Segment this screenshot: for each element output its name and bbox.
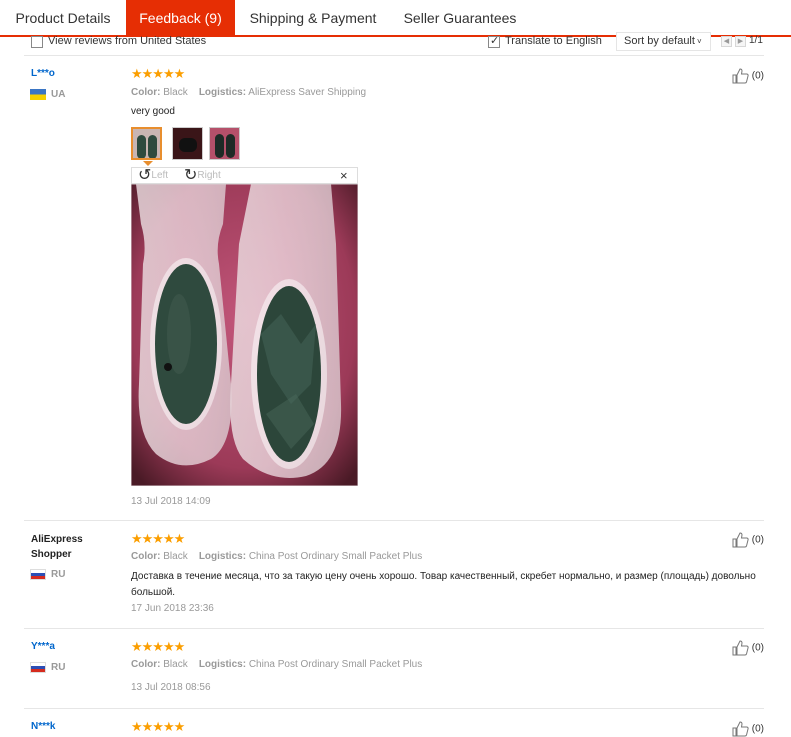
helpful-count: (0) xyxy=(751,534,765,546)
review-date: 17 Jun 2018 23:36 xyxy=(131,603,214,614)
page-indicator: 1/1 xyxy=(749,35,763,46)
helpful-count: (0) xyxy=(751,70,765,82)
divider xyxy=(24,520,764,521)
photo-viewer-toolbar: ↺Left ↻Right × xyxy=(131,167,358,184)
tab-shipping-payment[interactable]: Shipping & Payment xyxy=(235,0,391,35)
rotate-right-icon: ↻ xyxy=(184,167,198,184)
prev-page-button[interactable]: ◀ xyxy=(721,36,732,47)
close-icon[interactable]: × xyxy=(340,168,348,184)
color-value: Black xyxy=(163,551,188,562)
review-photo-image xyxy=(131,184,358,486)
sort-value: Sort by default xyxy=(624,35,695,47)
tab-seller-guarantees[interactable]: Seller Guarantees xyxy=(391,0,529,35)
rotate-left-button[interactable]: ↺Left xyxy=(138,168,168,184)
reviewer-name[interactable]: N***k xyxy=(31,721,55,732)
review-text: very good xyxy=(131,106,175,117)
color-label: Color: xyxy=(131,551,161,562)
russia-flag-icon xyxy=(30,662,46,673)
ukraine-flag-icon xyxy=(30,89,46,100)
reviewer-name: AliExpress Shopper xyxy=(31,534,83,560)
color-value: Black xyxy=(163,87,188,98)
view-us-label: View reviews from United States xyxy=(48,35,207,47)
color-label: Color: xyxy=(131,87,161,98)
divider xyxy=(24,55,764,56)
review-attributes: Color: Black Logistics: China Post Ordin… xyxy=(131,551,422,562)
divider xyxy=(24,708,764,709)
logistics-value: China Post Ordinary Small Packet Plus xyxy=(248,551,423,562)
review-photo-large xyxy=(131,184,358,486)
rotate-right-button[interactable]: ↻Right xyxy=(184,168,221,184)
logistics-value: AliExpress Saver Shipping xyxy=(248,87,367,98)
review-attributes: Color: Black Logistics: AliExpress Saver… xyxy=(131,87,366,98)
logistics-value: China Post Ordinary Small Packet Plus xyxy=(248,659,423,670)
star-rating: ★★★★★ xyxy=(131,719,185,734)
translate-checkbox[interactable] xyxy=(488,34,500,48)
thumbs-up-icon xyxy=(732,68,749,84)
helpful-count: (0) xyxy=(751,723,765,735)
thumbs-up-icon xyxy=(732,721,749,737)
reviewer-country: RU xyxy=(51,662,66,673)
chevron-down-icon: ˅ xyxy=(696,37,702,46)
next-page-button[interactable]: ▶ xyxy=(735,36,746,47)
russia-flag-icon xyxy=(30,569,46,580)
thumbs-up-icon xyxy=(732,532,749,548)
review-date: 13 Jul 2018 08:56 xyxy=(131,682,211,693)
tab-product-details[interactable]: Product Details xyxy=(0,0,126,35)
review-text: Доставка в течение месяца, что за такую … xyxy=(131,571,756,598)
rotate-left-label: Left xyxy=(151,170,169,181)
reviewer-name[interactable]: Y***a xyxy=(31,641,55,652)
star-rating: ★★★★★ xyxy=(131,639,185,654)
reviewer-country: RU xyxy=(51,569,66,580)
helpful-count: (0) xyxy=(751,642,765,654)
divider xyxy=(24,628,764,629)
helpful-button[interactable]: (0) xyxy=(732,532,764,548)
color-label: Color: xyxy=(131,659,161,670)
helpful-button[interactable]: (0) xyxy=(732,68,764,84)
star-rating: ★★★★★ xyxy=(131,531,185,546)
translate-label: Translate to English xyxy=(505,35,602,47)
review-date: 13 Jul 2018 14:09 xyxy=(131,496,211,507)
logistics-label: Logistics: xyxy=(198,551,247,562)
review-photo-thumbnail[interactable] xyxy=(209,127,240,160)
color-value: Black xyxy=(163,659,188,670)
star-rating: ★★★★★ xyxy=(131,66,185,81)
tab-feedback[interactable]: Feedback (9) xyxy=(126,0,235,35)
sort-select[interactable]: Sort by default ˅ xyxy=(616,32,711,51)
logistics-label: Logistics: xyxy=(198,659,247,670)
review-photo-thumbnail[interactable] xyxy=(172,127,203,160)
helpful-button[interactable]: (0) xyxy=(732,640,764,656)
review-photo-thumbnail[interactable] xyxy=(131,127,162,160)
reviewer-country: UA xyxy=(51,89,66,100)
rotate-left-icon: ↺ xyxy=(138,167,152,184)
selected-thumbnail-caret xyxy=(143,161,153,166)
view-us-checkbox[interactable] xyxy=(31,36,43,48)
reviewer-name[interactable]: L***o xyxy=(31,68,55,79)
logistics-label: Logistics: xyxy=(198,87,247,98)
rotate-right-label: Right xyxy=(197,170,221,181)
review-attributes: Color: Black Logistics: China Post Ordin… xyxy=(131,659,422,670)
thumbs-up-icon xyxy=(732,640,749,656)
helpful-button[interactable]: (0) xyxy=(732,721,764,737)
